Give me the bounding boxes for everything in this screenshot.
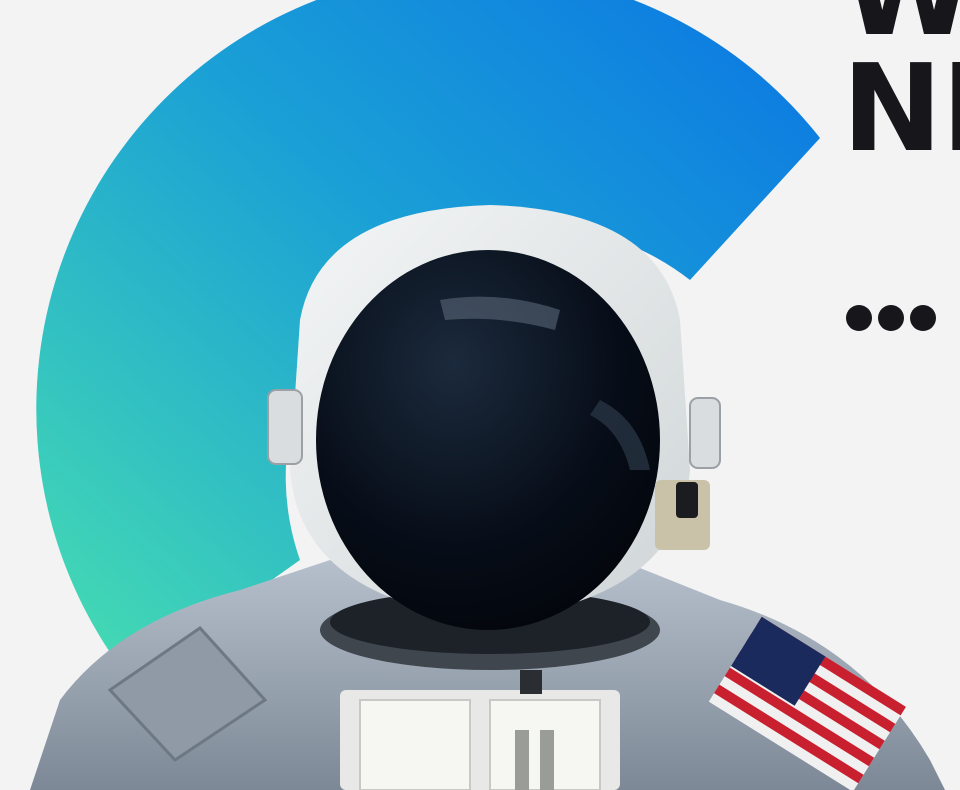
dot-icon <box>910 305 936 331</box>
more-dots-icon <box>846 305 936 331</box>
headline-line-2: NE <box>842 40 960 179</box>
dot-icon <box>878 305 904 331</box>
hero-headline: W NE <box>842 0 960 179</box>
hero-section: W NE <box>0 0 960 790</box>
dot-icon <box>846 305 872 331</box>
hero-illustration <box>30 0 945 790</box>
